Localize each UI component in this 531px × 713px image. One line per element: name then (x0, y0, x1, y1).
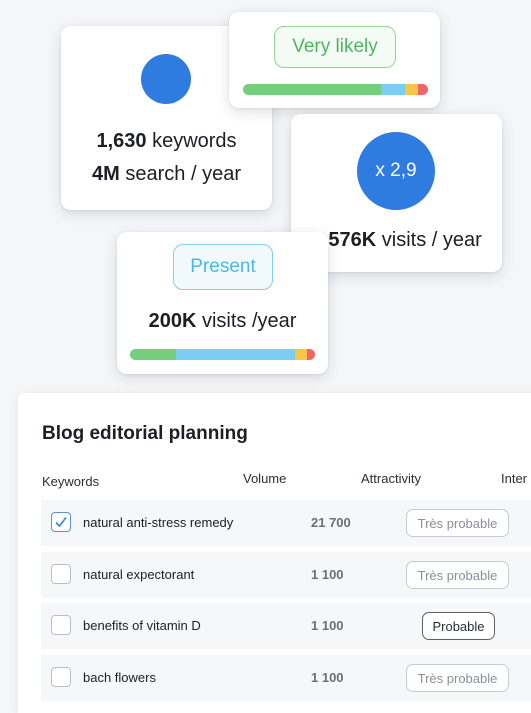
row-keyword: bach flowers (83, 670, 156, 685)
search-volume-label: search / year (119, 163, 241, 185)
blue-dot-icon (141, 54, 191, 104)
row-checkbox[interactable] (51, 615, 71, 635)
bar-segment-blue (176, 349, 295, 360)
present-badge: Present (173, 244, 273, 290)
bar-segment-red (306, 349, 315, 360)
bar-segment-yellow (294, 349, 307, 360)
likelihood-card: Very likely (229, 12, 440, 108)
row-keyword: benefits of vitamin D (83, 618, 201, 633)
row-attractivity-badge: Très probable (406, 509, 509, 537)
row-attractivity-badge: Très probable (406, 664, 509, 692)
row-keyword: natural expectorant (83, 567, 195, 582)
row-checkbox[interactable] (51, 564, 71, 584)
keywords-count-label: keywords (146, 130, 237, 152)
bar-segment-green (130, 349, 177, 360)
column-header-volume[interactable]: Volume (243, 471, 286, 486)
multiplier-badge: x 2,9 (357, 132, 435, 210)
keywords-count: 1,630 (96, 130, 147, 152)
row-volume: 1 100 (311, 670, 344, 685)
row-attractivity-badge: Probable (422, 612, 495, 640)
search-volume-line: 4M search / year (61, 163, 272, 186)
row-volume: 1 100 (311, 618, 344, 633)
search-volume: 4M (92, 163, 120, 185)
table-row[interactable]: bach flowers 1 100 Très probable (41, 655, 531, 701)
row-checkbox[interactable] (51, 512, 71, 532)
column-header-attractivity[interactable]: Attractivity (361, 471, 421, 486)
column-header-keywords[interactable]: Keywords (42, 474, 99, 489)
present-visits-label: visits /year (196, 310, 297, 332)
present-visits-card: Present 200K visits /year (117, 232, 328, 374)
editorial-planning-panel: Blog editorial planning Keywords Volume … (18, 393, 531, 713)
table-row[interactable]: natural anti-stress remedy 21 700 Très p… (41, 500, 531, 546)
table-row[interactable]: benefits of vitamin D 1 100 Probable (41, 603, 531, 649)
present-distribution-bar (130, 349, 315, 360)
present-visits-line: 200K visits /year (117, 310, 328, 333)
keywords-count-line: 1,630 keywords (61, 130, 272, 153)
bar-segment-red (417, 84, 428, 95)
panel-title: Blog editorial planning (42, 423, 248, 444)
present-visits-number: 200K (148, 310, 197, 332)
bar-segment-green (243, 84, 381, 95)
row-attractivity-badge: Très probable (406, 561, 509, 589)
bar-segment-yellow (404, 84, 418, 95)
bar-segment-blue (380, 84, 405, 95)
check-icon (55, 517, 67, 528)
visits-gain-label: visits / year (376, 229, 482, 251)
row-keyword: natural anti-stress remedy (83, 515, 234, 530)
likelihood-distribution-bar (243, 84, 428, 95)
column-header-intent[interactable]: Inter (501, 471, 527, 486)
row-volume: 21 700 (311, 515, 351, 530)
row-checkbox[interactable] (51, 667, 71, 687)
table-row[interactable]: natural expectorant 1 100 Très probable (41, 552, 531, 598)
very-likely-badge: Very likely (274, 26, 396, 68)
row-volume: 1 100 (311, 567, 344, 582)
